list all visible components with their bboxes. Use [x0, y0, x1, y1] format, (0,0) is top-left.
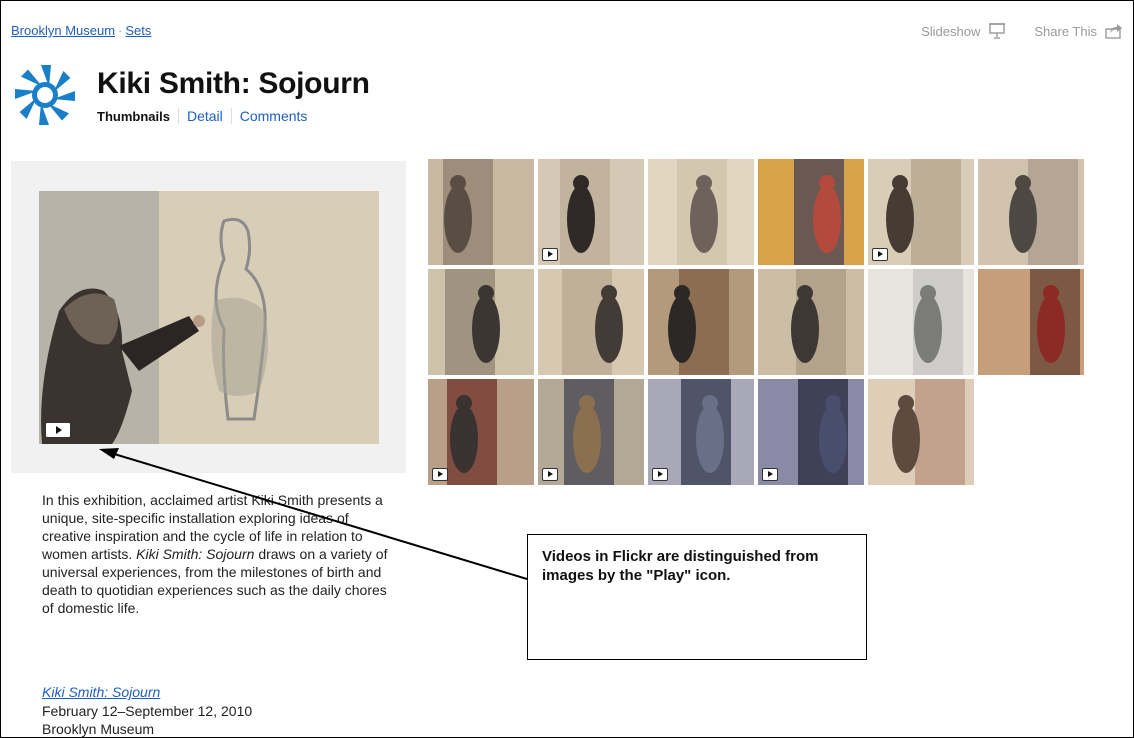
thumbnail-image [428, 159, 534, 265]
top-links: Slideshow Share This [921, 23, 1123, 39]
description-italic-title: Kiki Smith: Sojourn [136, 546, 255, 562]
callout-text: Videos in Flickr are distinguished from … [542, 548, 819, 584]
thumbnail-image [648, 159, 754, 265]
photo-thumbnail[interactable] [538, 269, 644, 375]
tab-comments[interactable]: Comments [230, 108, 316, 124]
photo-thumbnail[interactable] [428, 379, 534, 485]
thumbnail-image [868, 379, 974, 485]
thumbnail-image [758, 159, 864, 265]
photo-thumbnail[interactable] [758, 159, 864, 265]
photo-thumbnail[interactable] [428, 159, 534, 265]
thumbnail-image [758, 269, 864, 375]
breadcrumb-separator: · [118, 23, 123, 38]
thumbnail-image [428, 269, 534, 375]
share-button[interactable]: Share This [1034, 23, 1123, 39]
projector-screen-icon [989, 23, 1006, 39]
photo-thumbnail[interactable] [758, 269, 864, 375]
slideshow-label: Slideshow [921, 23, 981, 39]
tab-thumbnails[interactable]: Thumbnails [97, 109, 178, 124]
featured-video-thumbnail[interactable] [39, 191, 379, 444]
breadcrumb-museum-link[interactable]: Brooklyn Museum [11, 23, 115, 38]
page-frame: Brooklyn Museum · Sets Slideshow Share Thi… [0, 0, 1134, 738]
breadcrumb-sets-link[interactable]: Sets [125, 23, 151, 38]
photo-thumbnail[interactable] [868, 159, 974, 265]
photo-thumbnail[interactable] [648, 269, 754, 375]
photo-thumbnail[interactable] [978, 159, 1084, 265]
play-icon [652, 468, 668, 481]
thumbnail-image [978, 269, 1084, 375]
exhibition-link[interactable]: Kiki Smith: Sojourn [42, 684, 160, 700]
set-description: In this exhibition, acclaimed artist Kik… [42, 491, 392, 617]
brooklyn-museum-logo[interactable] [13, 63, 77, 127]
exhibition-venue: Brooklyn Museum [42, 721, 155, 737]
share-label: Share This [1034, 23, 1097, 39]
exhibition-dates: February 12–September 12, 2010 [42, 703, 253, 719]
photo-thumbnail[interactable] [538, 159, 644, 265]
play-icon [542, 468, 558, 481]
play-icon [542, 248, 558, 261]
thumbnail-image [978, 159, 1084, 265]
play-icon [45, 422, 71, 438]
play-icon [872, 248, 888, 261]
photo-thumbnail[interactable] [978, 269, 1084, 375]
featured-photo [39, 191, 379, 444]
thumbnail-image [868, 269, 974, 375]
photo-thumbnail[interactable] [868, 269, 974, 375]
annotation-callout: Videos in Flickr are distinguished from … [527, 534, 867, 660]
play-icon [432, 468, 448, 481]
page-title: Kiki Smith: Sojourn [97, 67, 370, 100]
photo-thumbnail[interactable] [648, 159, 754, 265]
photo-thumbnail[interactable] [648, 379, 754, 485]
photo-thumbnail[interactable] [868, 379, 974, 485]
slideshow-button[interactable]: Slideshow [921, 23, 1006, 39]
photo-thumbnail[interactable] [538, 379, 644, 485]
view-tabs: Thumbnails Detail Comments [97, 108, 315, 124]
photo-thumbnail[interactable] [758, 379, 864, 485]
share-arrow-icon [1105, 24, 1122, 39]
tab-detail[interactable]: Detail [177, 108, 231, 124]
play-icon [762, 468, 778, 481]
thumbnail-image [538, 269, 644, 375]
photo-thumbnail[interactable] [428, 269, 534, 375]
thumbnail-image [648, 269, 754, 375]
breadcrumb: Brooklyn Museum · Sets [11, 23, 151, 38]
